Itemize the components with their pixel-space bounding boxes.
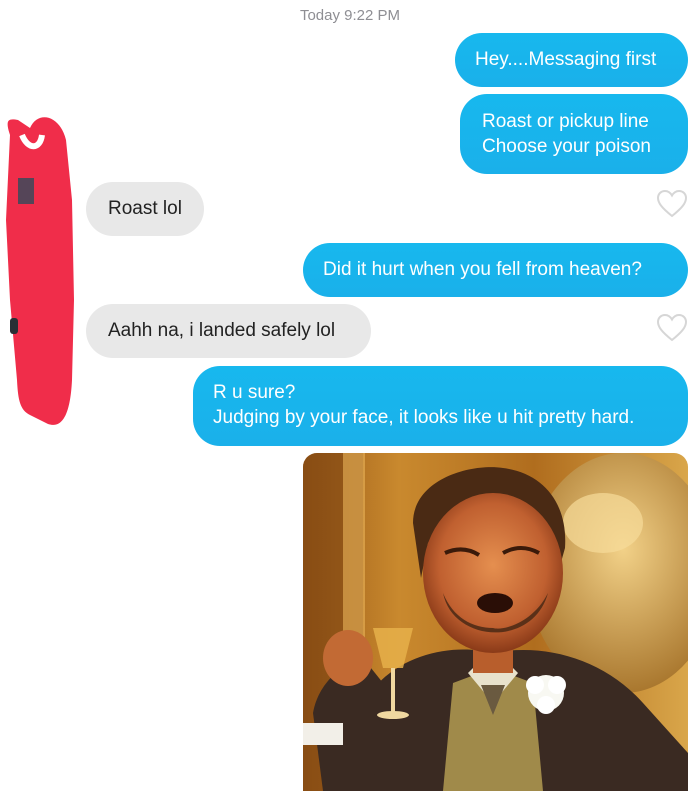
received-message-bubble[interactable]: Aahh na, i landed safely lol bbox=[86, 304, 371, 358]
message-text-line: Roast or pickup line bbox=[482, 111, 649, 132]
redaction-scribble bbox=[6, 117, 74, 425]
sent-message-bubble[interactable]: Roast or pickup line Choose your poison bbox=[460, 94, 688, 174]
avatar-fragment-bottom bbox=[10, 318, 18, 334]
chat-screen: Today 9:22 PM Hey....Messaging first Roa… bbox=[0, 0, 700, 791]
sent-message-bubble[interactable]: Hey....Messaging first bbox=[455, 33, 688, 87]
message-text: Roast lol bbox=[108, 198, 182, 219]
message-text: Did it hurt when you fell from heaven? bbox=[323, 259, 642, 280]
message-text-line: R u sure? bbox=[213, 382, 296, 403]
message-text-line: Judging by your face, it looks like u hi… bbox=[213, 407, 635, 428]
sent-image-message[interactable] bbox=[303, 453, 688, 791]
message-text-line: Choose your poison bbox=[482, 136, 651, 157]
redaction-fill bbox=[6, 117, 74, 425]
message-text: Hey....Messaging first bbox=[475, 49, 657, 70]
sent-message-bubble[interactable]: Did it hurt when you fell from heaven? bbox=[303, 243, 688, 297]
message-timestamp: Today 9:22 PM bbox=[299, 7, 401, 24]
message-text: Aahh na, i landed safely lol bbox=[108, 320, 336, 341]
received-message-bubble[interactable]: Roast lol bbox=[86, 182, 204, 236]
avatar-fragment-top bbox=[18, 178, 34, 204]
meme-image-laughing-man bbox=[303, 453, 688, 791]
sent-message-bubble[interactable]: R u sure? Judging by your face, it looks… bbox=[193, 366, 688, 446]
heart-outline-icon[interactable] bbox=[656, 313, 688, 343]
heart-outline-icon[interactable] bbox=[656, 189, 688, 219]
